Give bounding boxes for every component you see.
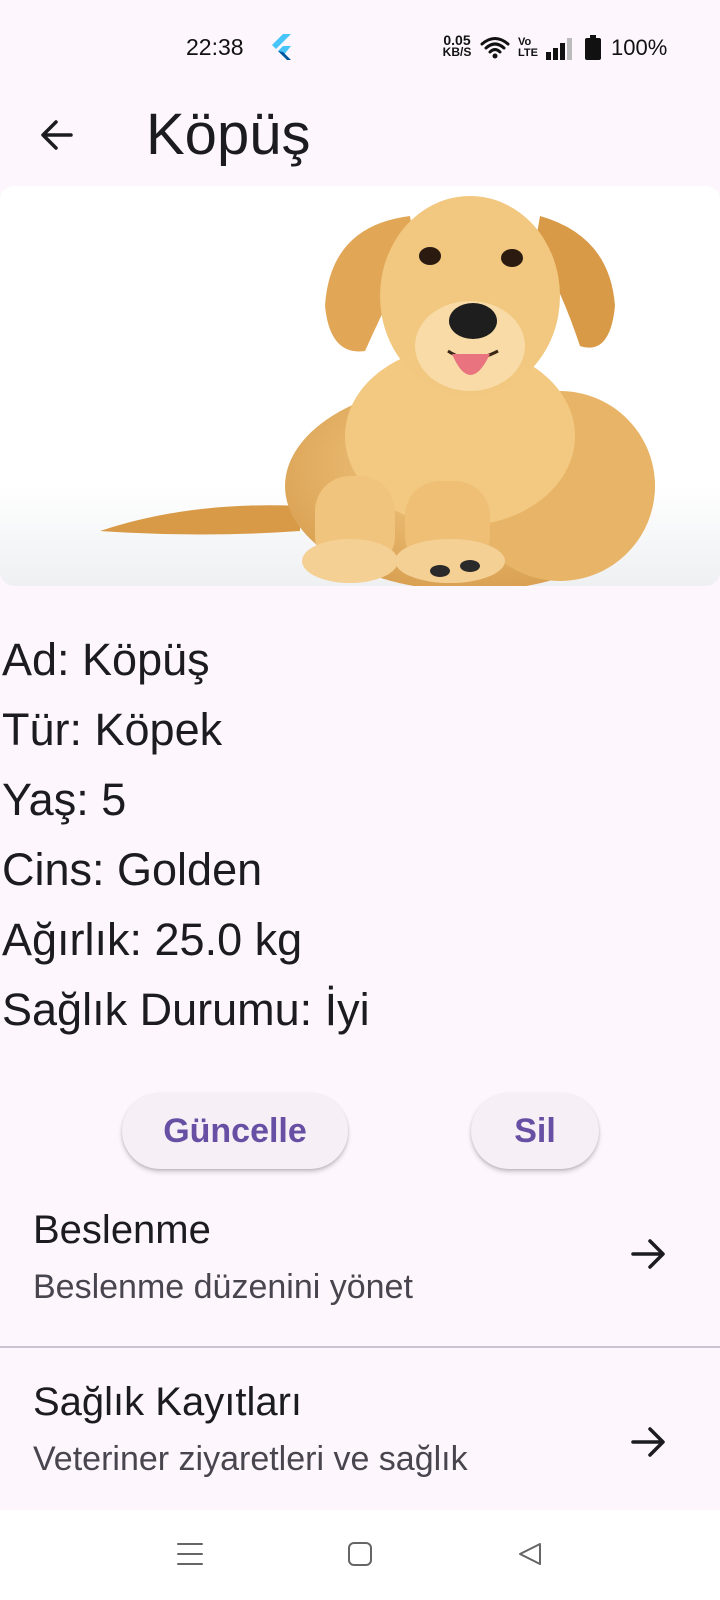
back-triangle-icon	[519, 1543, 541, 1565]
health-records-subtitle: Veteriner ziyaretleri ve sağlık	[33, 1440, 468, 1478]
nutrition-title: Beslenme	[33, 1208, 211, 1252]
battery-icon	[585, 35, 601, 60]
menu-icon	[177, 1543, 203, 1565]
page-title: Köpüş	[146, 102, 311, 167]
dog-illustration	[0, 196, 720, 586]
delete-button[interactable]: Sil	[471, 1093, 599, 1169]
status-bar: 22:38 0.05 KB/S Vo LTE 100%	[0, 0, 720, 96]
info-age: Yaş: 5	[2, 774, 127, 825]
flutter-icon	[272, 34, 291, 60]
info-breed: Cins: Golden	[2, 844, 263, 895]
divider	[0, 1346, 720, 1348]
volte-icon: Vo LTE	[518, 36, 538, 59]
info-weight: Ağırlık: 25.0 kg	[2, 914, 303, 965]
nutrition-subtitle: Beslenme düzenini yönet	[33, 1268, 413, 1306]
health-records-title: Sağlık Kayıtları	[33, 1380, 303, 1424]
home-button[interactable]	[340, 1534, 380, 1574]
arrow-right-icon	[631, 1427, 665, 1457]
update-button[interactable]: Güncelle	[122, 1093, 348, 1169]
pet-info: Ad: Köpüş Tür: Köpek Yaş: 5 Cins: Golden…	[2, 625, 370, 1045]
arrow-right-icon	[631, 1239, 665, 1269]
signal-icon	[546, 38, 572, 60]
health-records-tile[interactable]: Sağlık Kayıtları Veteriner ziyaretleri v…	[0, 1350, 720, 1510]
pet-photo	[0, 186, 720, 586]
system-nav-bar	[0, 1510, 720, 1600]
back-button[interactable]	[34, 112, 80, 158]
info-health-status: Sağlık Durumu: İyi	[2, 984, 370, 1035]
status-time: 22:38	[186, 34, 244, 60]
info-species: Tür: Köpek	[2, 704, 223, 755]
battery-percentage: 100%	[611, 35, 668, 60]
info-name: Ad: Köpüş	[2, 634, 210, 685]
system-back-button[interactable]	[510, 1534, 550, 1574]
app-bar: Köpüş	[0, 96, 720, 186]
arrow-left-icon	[41, 120, 73, 150]
home-icon	[348, 1542, 372, 1566]
wifi-icon	[480, 37, 510, 59]
recents-button[interactable]	[170, 1534, 210, 1574]
network-speed: 0.05 KB/S	[442, 32, 472, 59]
nutrition-tile[interactable]: Beslenme Beslenme düzenini yönet	[0, 1198, 720, 1346]
